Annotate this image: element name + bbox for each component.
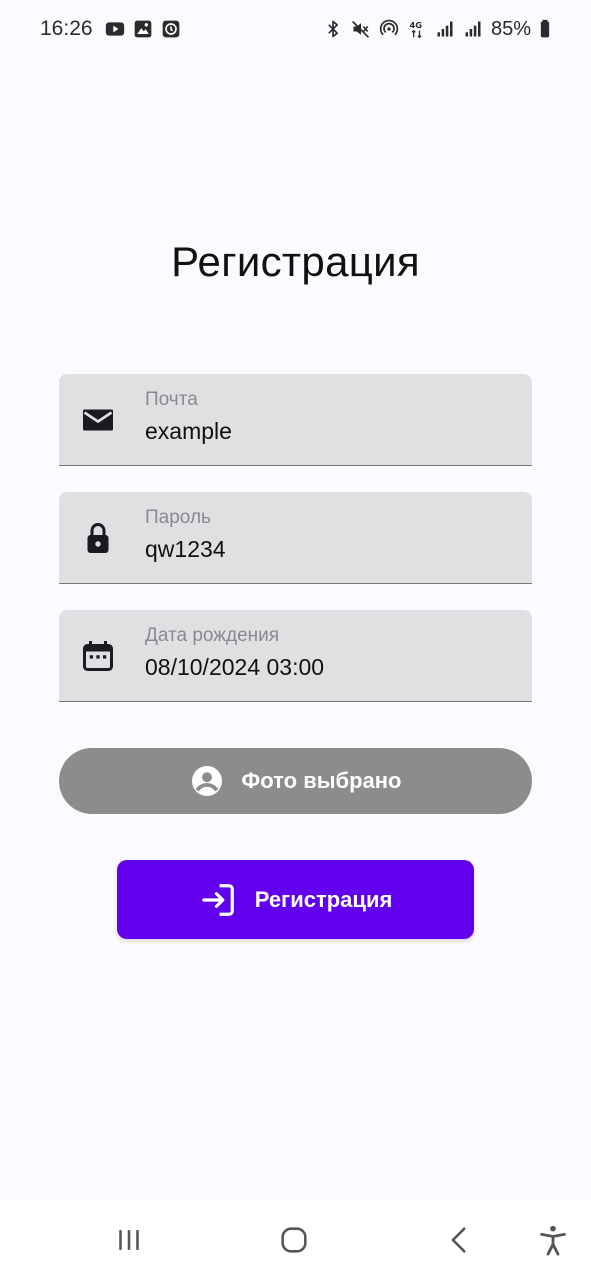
email-field[interactable]: Почта example	[59, 374, 532, 466]
gallery-icon	[133, 19, 153, 39]
email-value[interactable]: example	[145, 418, 232, 445]
4g-icon: 4G	[407, 19, 427, 39]
email-label: Почта	[145, 389, 198, 410]
navigation-bar	[0, 1200, 591, 1280]
mute-icon	[351, 19, 371, 39]
bluetooth-icon	[323, 19, 343, 39]
clock-app-icon	[161, 19, 181, 39]
status-right: 4G 85%	[323, 18, 551, 41]
password-field[interactable]: Пароль qw1234	[59, 492, 532, 584]
recent-apps-icon[interactable]	[109, 1220, 149, 1260]
svg-text:4G: 4G	[409, 20, 422, 30]
register-button-label: Регистрация	[254, 886, 393, 912]
signal-icon	[463, 19, 483, 39]
birth-date-field[interactable]: Дата рождения 08/10/2024 03:00	[59, 610, 532, 702]
password-label: Пароль	[145, 507, 211, 528]
password-value[interactable]: qw1234	[145, 536, 226, 563]
calendar-icon	[80, 638, 116, 674]
birth-date-value[interactable]: 08/10/2024 03:00	[145, 654, 324, 681]
accessibility-icon[interactable]	[533, 1220, 573, 1260]
register-button[interactable]: Регистрация	[117, 860, 474, 939]
home-icon[interactable]	[274, 1220, 314, 1260]
login-icon	[199, 881, 237, 919]
signal-icon	[435, 19, 455, 39]
status-time: 16:26	[40, 17, 93, 40]
photo-button[interactable]: Фото выбрано	[59, 748, 532, 814]
mail-icon	[80, 402, 116, 438]
photo-button-label: Фото выбрано	[241, 768, 402, 793]
hotspot-icon	[379, 19, 399, 39]
youtube-icon	[105, 19, 125, 39]
battery-percent: 85%	[490, 17, 531, 40]
lock-icon	[80, 520, 116, 556]
account-circle-icon	[189, 763, 225, 799]
back-icon[interactable]	[440, 1220, 480, 1260]
birth-date-label: Дата рождения	[145, 625, 280, 646]
status-left: 16:26	[40, 17, 181, 41]
page-title: Регистрация	[171, 238, 420, 285]
status-bar: 16:26 4G 85%	[0, 0, 591, 58]
battery-icon	[539, 19, 551, 39]
